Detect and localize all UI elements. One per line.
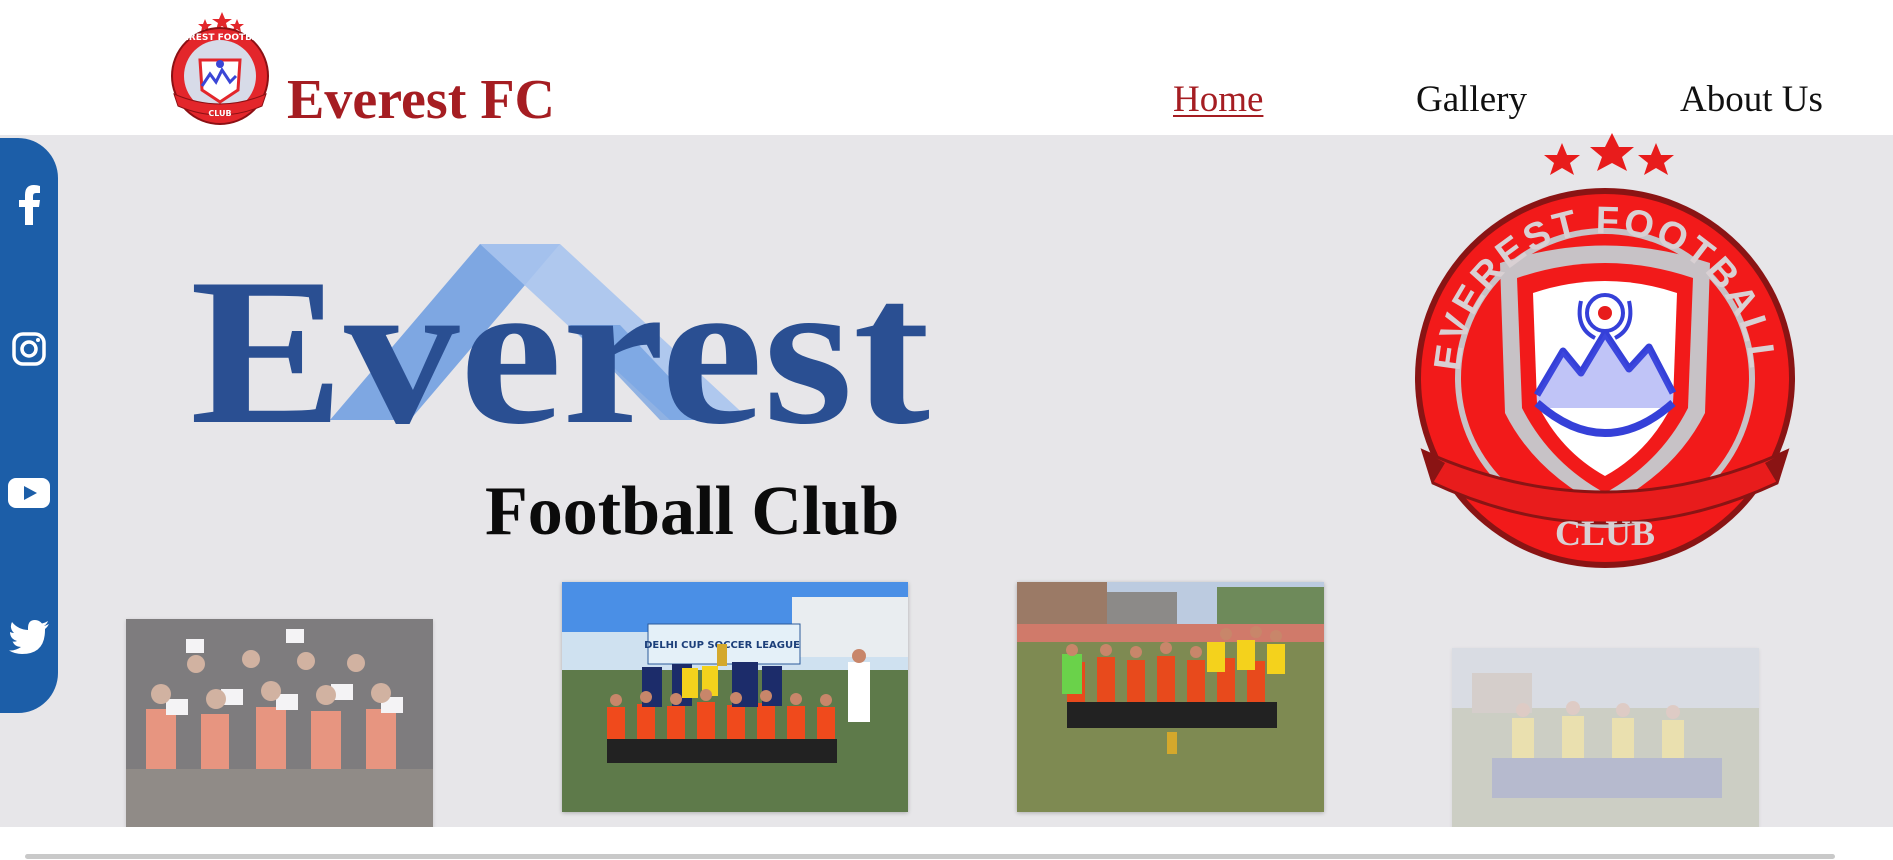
instagram-icon[interactable]: [6, 326, 52, 372]
horizontal-scrollbar[interactable]: [25, 854, 1835, 859]
svg-text:CLUB: CLUB: [208, 109, 231, 118]
hero-subtitle: Football Club: [485, 473, 900, 550]
page: EVEREST FOOTBALL CLUB Everest FC Home Ga…: [0, 0, 1893, 860]
club-crest-icon: EVEREST FOOTBALL CLUB: [1415, 133, 1795, 568]
nav-gallery[interactable]: Gallery: [1416, 78, 1527, 121]
nav-home[interactable]: Home: [1173, 78, 1263, 121]
brand-name[interactable]: Everest FC: [287, 72, 555, 128]
team-photo-2[interactable]: DELHI CUP SOCCER LEAGUE: [562, 582, 908, 812]
youtube-icon[interactable]: [6, 470, 52, 516]
facebook-icon[interactable]: [6, 182, 52, 228]
team-photo-3[interactable]: [1017, 582, 1324, 812]
social-sidebar: [0, 138, 58, 713]
everest-wordmark: Everest: [190, 240, 930, 430]
everest-fc-crest-icon[interactable]: EVEREST FOOTBALL CLUB: [150, 10, 288, 128]
wordmark-text: Everest: [190, 240, 930, 430]
twitter-icon[interactable]: [6, 614, 52, 660]
nav-about-us[interactable]: About Us: [1680, 78, 1823, 121]
site-header: EVEREST FOOTBALL CLUB Everest FC Home Ga…: [0, 0, 1893, 135]
svg-text:EVEREST FOOTBALL: EVEREST FOOTBALL: [170, 33, 271, 43]
team-photo-1[interactable]: [126, 619, 433, 849]
crest-bottom-text: CLUB: [1555, 513, 1655, 553]
